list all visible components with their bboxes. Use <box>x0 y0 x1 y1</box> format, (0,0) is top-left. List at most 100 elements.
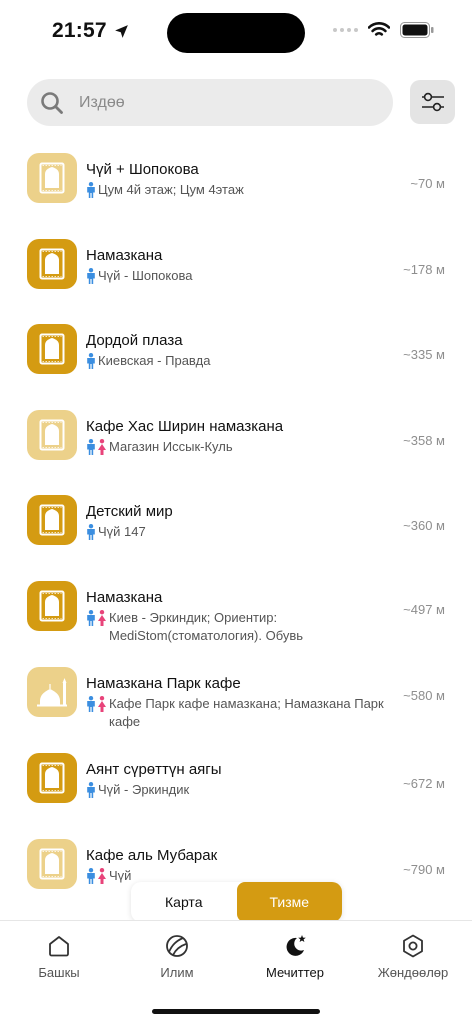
view-toggle[interactable]: Карта Тизме <box>131 882 342 922</box>
status-time: 21:57 <box>52 19 130 43</box>
place-name: Детский мир <box>86 503 173 520</box>
place-distance: ~580 м <box>401 688 445 703</box>
mosque-icon <box>34 675 70 709</box>
place-subtitle: Чүй 147 <box>86 523 406 541</box>
place-thumbnail <box>27 324 77 374</box>
place-address: Кафе Парк кафе намазкана; Намазкана Парк… <box>109 696 384 729</box>
place-distance: ~70 м <box>408 176 445 191</box>
place-distance: ~178 м <box>401 262 445 277</box>
status-time-text: 21:57 <box>52 19 107 42</box>
male-icon <box>86 268 96 284</box>
male-icon <box>86 868 96 884</box>
female-icon <box>97 610 107 626</box>
location-arrow-icon <box>114 24 128 38</box>
status-bar: 21:57 <box>0 0 472 64</box>
moon-star-icon <box>286 935 306 956</box>
status-indicators <box>333 22 434 38</box>
knowledge-icon <box>166 935 188 957</box>
place-thumbnail <box>27 667 77 717</box>
wifi-icon <box>368 22 390 36</box>
list-view-button[interactable]: Тизме <box>236 882 342 922</box>
gender-indicator <box>86 610 107 626</box>
gender-indicator <box>86 182 96 198</box>
place-address: Чүй <box>109 868 132 883</box>
gender-indicator <box>86 782 96 798</box>
place-distance: ~497 м <box>401 602 445 617</box>
place-address: Киевская - Правда <box>98 353 211 368</box>
place-name: Дордой плаза <box>86 332 183 349</box>
sliders-icon <box>421 92 444 112</box>
place-thumbnail <box>27 153 77 203</box>
male-icon <box>86 524 96 540</box>
place-distance: ~335 м <box>401 347 445 362</box>
male-icon <box>86 353 96 369</box>
place-thumbnail <box>27 581 77 631</box>
battery-icon <box>400 22 434 38</box>
settings-icon <box>403 934 423 958</box>
place-thumbnail <box>27 495 77 545</box>
place-thumbnail <box>27 410 77 460</box>
place-name: Кафе аль Мубарак <box>86 847 218 864</box>
place-name: Намазкана <box>86 247 163 264</box>
male-icon <box>86 182 96 198</box>
place-name: Чүй + Шопокова <box>86 161 199 178</box>
place-subtitle: Киев - Эркиндик; Ориентир: MediStom(стом… <box>86 609 406 645</box>
place-address: Чүй - Шопокова <box>98 268 193 283</box>
gender-indicator <box>86 353 96 369</box>
female-icon <box>97 696 107 712</box>
male-icon <box>86 439 96 455</box>
gender-indicator <box>86 524 96 540</box>
tab-home-label: Башкы <box>38 965 80 980</box>
place-name: Кафе Хас Ширин намазкана <box>86 418 284 435</box>
tab-mosques[interactable]: Мечиттер <box>236 933 354 980</box>
filter-button[interactable] <box>410 80 455 124</box>
place-subtitle: Чүй - Шопокова <box>86 267 406 285</box>
search-icon <box>41 91 63 114</box>
map-view-button[interactable]: Карта <box>131 882 237 922</box>
tab-mosques-label: Мечиттер <box>265 965 325 980</box>
place-address: Цум 4й этаж; Цум 4этаж <box>98 182 244 197</box>
place-address: Магазин Иссык-Куль <box>109 439 233 454</box>
place-distance: ~672 м <box>401 776 445 791</box>
place-subtitle: Магазин Иссык-Куль <box>86 438 406 456</box>
tab-settings[interactable]: Жөндөөлөр <box>354 933 472 980</box>
prayer-rug-icon <box>39 504 65 536</box>
prayer-rug-icon <box>39 590 65 622</box>
male-icon <box>86 782 96 798</box>
place-thumbnail <box>27 839 77 889</box>
prayer-rug-icon <box>39 419 65 451</box>
male-icon <box>86 610 96 626</box>
place-thumbnail <box>27 239 77 289</box>
place-address: Чүй - Эркиндик <box>98 782 190 797</box>
tab-home[interactable]: Башкы <box>0 933 118 980</box>
place-subtitle: Цум 4й этаж; Цум 4этаж <box>86 181 406 199</box>
place-address: Киев - Эркиндик; Ориентир: MediStom(стом… <box>109 610 304 643</box>
tab-knowledge[interactable]: Илим <box>118 933 236 980</box>
dynamic-island <box>167 13 305 53</box>
prayer-rug-icon <box>39 162 65 194</box>
place-address: Чүй 147 <box>98 524 146 539</box>
cellular-signal-icon <box>333 28 358 32</box>
home-icon <box>49 936 69 957</box>
prayer-rug-icon <box>39 248 65 280</box>
place-name: Намазкана <box>86 589 163 606</box>
male-icon <box>86 696 96 712</box>
place-distance: ~358 м <box>401 433 445 448</box>
gender-indicator <box>86 268 96 284</box>
place-distance: ~790 м <box>401 862 445 877</box>
tab-knowledge-label: Илим <box>160 965 194 980</box>
tab-settings-label: Жөндөөлөр <box>377 965 449 980</box>
place-name: Намазкана Парк кафе <box>86 675 241 692</box>
place-thumbnail <box>27 753 77 803</box>
prayer-rug-icon <box>39 848 65 880</box>
home-indicator <box>152 1009 320 1014</box>
female-icon <box>97 439 107 455</box>
place-subtitle: Чүй - Эркиндик <box>86 781 406 799</box>
place-distance: ~360 м <box>401 518 445 533</box>
search-bar[interactable] <box>27 79 393 126</box>
gender-indicator <box>86 439 107 455</box>
prayer-rug-icon <box>39 333 65 365</box>
place-subtitle: Киевская - Правда <box>86 352 406 370</box>
female-icon <box>97 868 107 884</box>
search-input[interactable] <box>79 93 359 112</box>
